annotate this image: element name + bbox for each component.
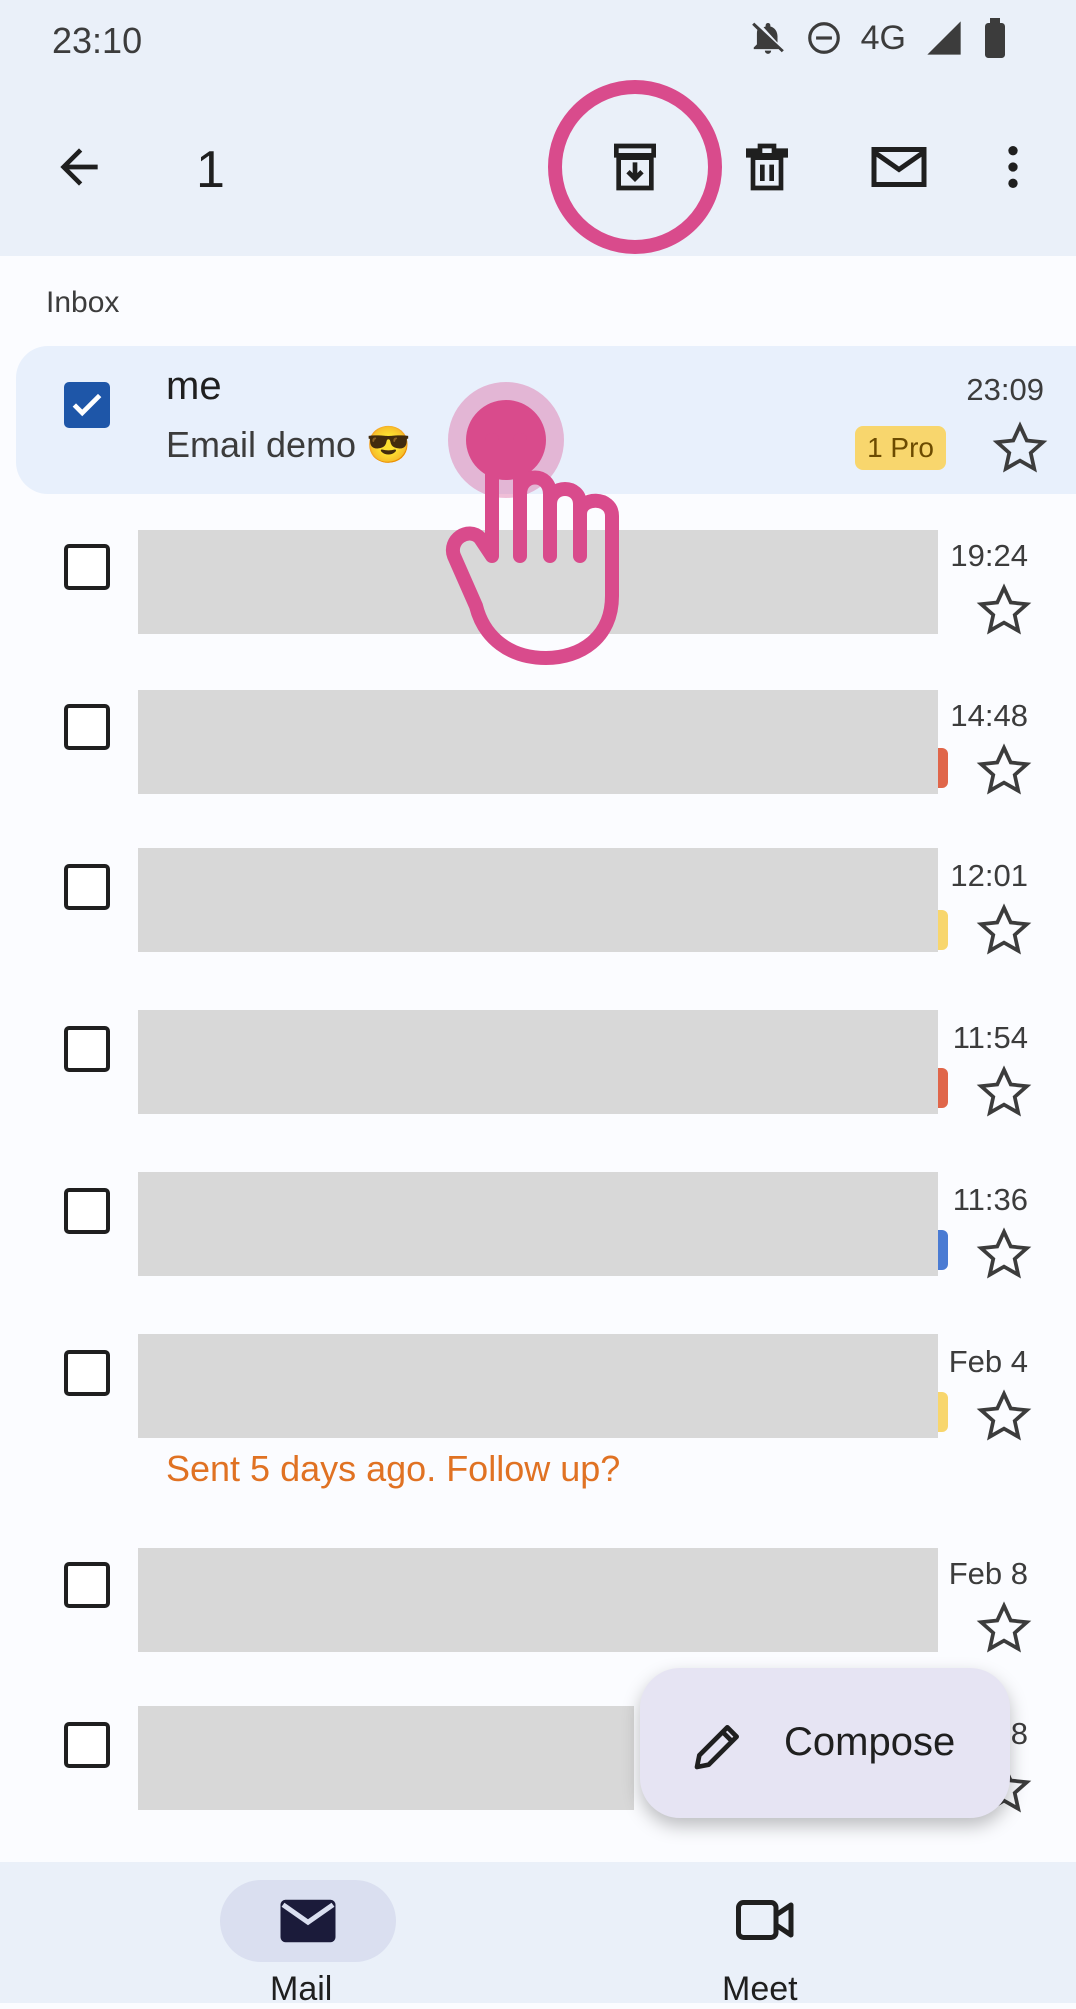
email-checkbox[interactable] <box>64 382 110 428</box>
redacted-content <box>138 1548 938 1652</box>
redacted-content <box>138 1172 938 1276</box>
selection-toolbar: 1 <box>0 82 1076 256</box>
email-checkbox[interactable] <box>64 1562 110 1608</box>
email-row[interactable]: Feb 8 <box>0 1530 1076 1680</box>
email-checkbox[interactable] <box>64 1350 110 1396</box>
star-icon[interactable] <box>976 582 1032 638</box>
selected-count: 1 <box>196 141 225 199</box>
pencil-icon <box>694 1725 739 1770</box>
email-row[interactable]: 11:54 <box>0 994 1076 1144</box>
star-icon[interactable] <box>976 1226 1032 1282</box>
nav-mail-label: Mail <box>270 1970 333 2008</box>
mail-icon <box>871 147 927 187</box>
bottom-navigation: Mail Meet <box>0 1862 1076 2008</box>
redacted-content <box>138 1010 938 1114</box>
status-time: 23:10 <box>52 20 143 61</box>
label-tag <box>938 1392 948 1432</box>
nav-mail[interactable] <box>220 1880 396 1962</box>
email-row[interactable]: 14:48 <box>0 672 1076 822</box>
email-time: 19:24 <box>950 538 1028 573</box>
nav-meet-label: Meet <box>722 1970 798 2008</box>
email-row[interactable]: 12:01 <box>0 832 1076 982</box>
delete-button[interactable] <box>722 122 812 212</box>
arrow-back-icon <box>60 148 98 186</box>
label-tag <box>938 1230 948 1270</box>
email-checkbox[interactable] <box>64 704 110 750</box>
email-time: 12:01 <box>950 858 1028 893</box>
redacted-content <box>138 848 938 952</box>
nav-meet[interactable] <box>716 1880 816 1962</box>
more-options-button[interactable] <box>968 122 1058 212</box>
section-label: Inbox <box>46 286 120 319</box>
email-checkbox[interactable] <box>64 1722 110 1768</box>
back-button[interactable] <box>34 122 124 212</box>
star-icon[interactable] <box>992 420 1048 476</box>
star-icon[interactable] <box>976 902 1032 958</box>
redacted-content <box>138 530 938 634</box>
archive-icon <box>614 143 656 191</box>
label-tag <box>938 748 948 788</box>
email-row-selected[interactable]: me Email demo 😎 23:09 1 Pro <box>16 346 1076 494</box>
label-tag <box>938 910 948 950</box>
archive-button[interactable] <box>590 122 680 212</box>
email-time: Feb 4 <box>948 1344 1028 1379</box>
email-checkbox[interactable] <box>64 1026 110 1072</box>
more-vert-icon <box>1008 146 1018 188</box>
trash-icon <box>746 143 788 191</box>
follow-up-nudge: Sent 5 days ago. Follow up? <box>166 1448 621 1489</box>
email-time: 8 <box>1010 1716 1028 1751</box>
check-icon <box>72 393 102 417</box>
email-time: 11:36 <box>952 1182 1028 1217</box>
email-time: Feb 8 <box>948 1556 1028 1591</box>
battery-icon <box>985 18 1005 58</box>
star-icon[interactable] <box>976 1064 1032 1120</box>
do-not-disturb-icon <box>807 22 840 54</box>
status-bar: 23:10 4G <box>0 0 1076 82</box>
label-tag <box>938 1068 948 1108</box>
email-time: 23:09 <box>966 372 1044 407</box>
email-sender: me <box>166 364 222 408</box>
notifications-off-icon <box>751 22 784 54</box>
compose-label: Compose <box>784 1720 956 1764</box>
status-icons: 4G <box>749 18 1008 58</box>
email-subject: Email demo 😎 <box>166 424 411 465</box>
email-time: 11:54 <box>952 1020 1028 1055</box>
star-icon[interactable] <box>976 1600 1032 1656</box>
redacted-content <box>138 690 938 794</box>
email-checkbox[interactable] <box>64 864 110 910</box>
signal-icon <box>927 21 961 55</box>
email-time: 14:48 <box>950 698 1028 733</box>
email-row[interactable]: 11:36 <box>0 1156 1076 1306</box>
star-icon[interactable] <box>976 742 1032 798</box>
star-icon[interactable] <box>976 1388 1032 1444</box>
redacted-content <box>138 1706 634 1810</box>
redacted-content <box>138 1334 938 1438</box>
label-badge: 1 Pro <box>855 426 946 470</box>
video-camera-icon <box>736 1900 794 1940</box>
compose-button[interactable]: Compose <box>640 1668 1010 1818</box>
email-checkbox[interactable] <box>64 544 110 590</box>
email-checkbox[interactable] <box>64 1188 110 1234</box>
email-row[interactable]: 19:24 <box>0 512 1076 662</box>
network-type: 4G <box>860 18 906 57</box>
mark-unread-button[interactable] <box>854 122 944 212</box>
mail-filled-icon <box>280 1899 336 1943</box>
